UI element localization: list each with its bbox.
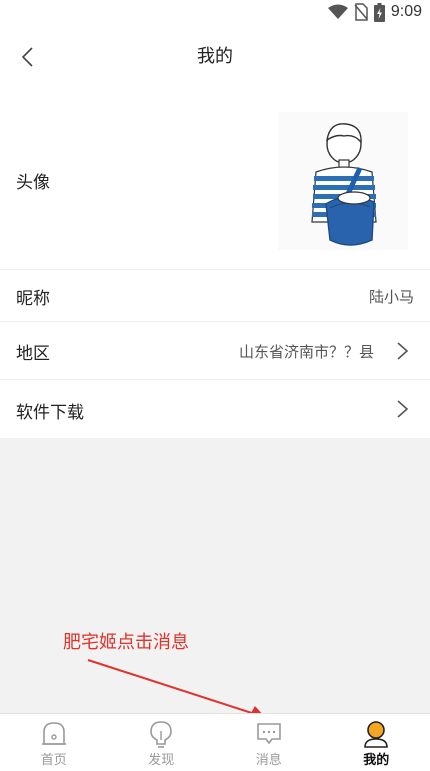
tab-bar: 首页 发现 消息 我的 [0,713,430,771]
profile-list: 头像 昵称 陆小马 地区 山东省济南市？？县 软件下载 [0,90,430,438]
chevron-right-icon [397,400,409,418]
battery-charging-icon [373,2,385,22]
tab-me[interactable]: 我的 [323,714,430,771]
avatar[interactable] [278,112,408,250]
avatar-label: 头像 [16,173,50,193]
tab-me-label: 我的 [363,753,390,768]
wifi-icon [327,4,348,19]
status-time: 9:09 [390,3,422,20]
tab-home[interactable]: 首页 [0,714,108,771]
back-button[interactable] [10,40,44,74]
region-label: 地区 [16,344,50,364]
lightbulb-icon [150,721,173,748]
annotation-text: 肥宅姬点击消息 [63,632,189,653]
status-bar: 9:09 [0,0,430,24]
nickname-value: 陆小马 [368,288,414,306]
message-icon [256,723,281,745]
tab-discover[interactable]: 发现 [108,714,216,771]
region-row[interactable]: 地区 山东省济南市？？县 [0,322,430,380]
tab-messages[interactable]: 消息 [215,714,323,771]
avatar-row[interactable]: 头像 [0,90,430,270]
download-label: 软件下载 [16,403,84,423]
page-title: 我的 [197,46,233,67]
chevron-left-icon [21,47,33,67]
download-row[interactable]: 软件下载 [0,380,430,438]
region-value: 山东省济南市？？县 [238,343,374,361]
tab-discover-label: 发现 [148,753,175,768]
nickname-row[interactable]: 昵称 陆小马 [0,270,430,322]
header: 我的 [0,24,430,90]
chevron-right-icon [397,342,409,360]
nickname-label: 昵称 [16,289,50,309]
user-icon [364,721,389,748]
avatar-illustration [311,123,377,246]
home-icon [41,722,66,745]
tab-messages-label: 消息 [255,753,282,768]
no-sim-icon [354,3,368,21]
tab-home-label: 首页 [40,753,67,768]
status-icons: 9:09 [327,2,422,22]
